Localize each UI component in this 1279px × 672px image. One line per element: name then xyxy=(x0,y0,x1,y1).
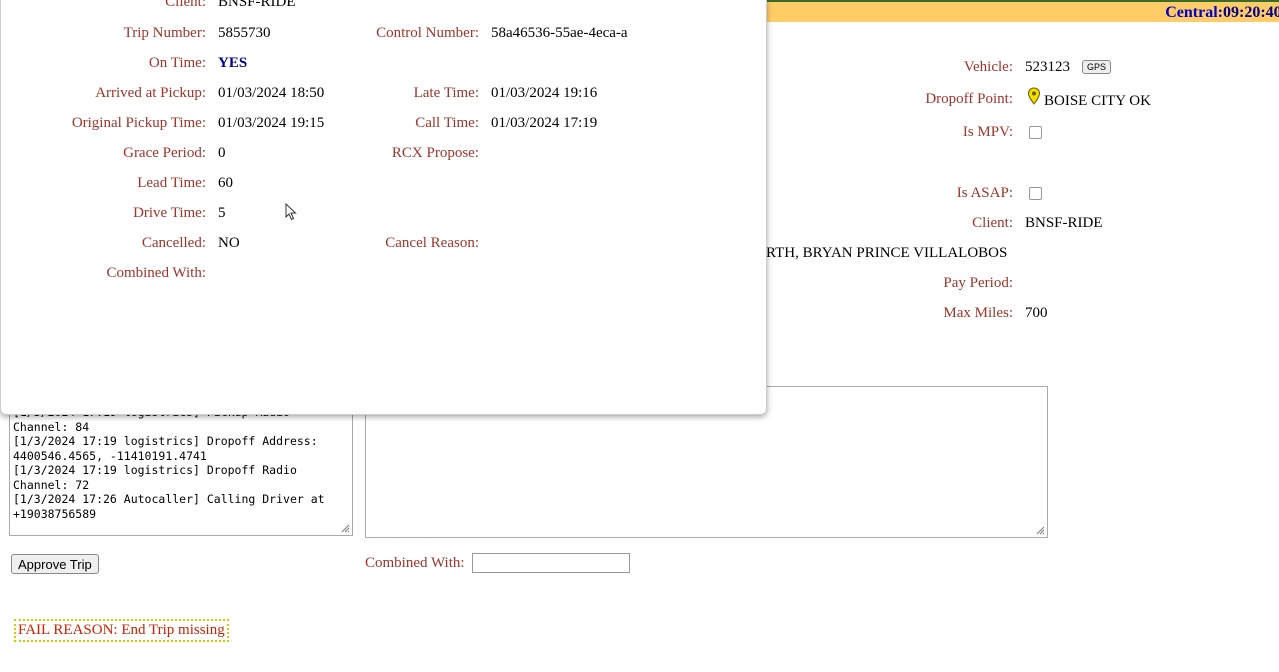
original-pickup-label: Original Pickup Time: xyxy=(71,115,206,131)
clock-time: 09:20:40 xyxy=(1223,4,1279,21)
clock-label: Central: xyxy=(1165,4,1223,21)
log-line: Channel: 84 xyxy=(13,419,90,434)
rcx-propose-label: RCX Propose: xyxy=(391,145,479,161)
mpv-label: Is MPV: xyxy=(962,124,1013,140)
call-time-label: Call Time: xyxy=(415,115,479,131)
fail-reason: FAIL REASON: End Trip missing xyxy=(14,619,229,642)
combined-with-input[interactable] xyxy=(472,553,630,573)
control-number-value: 58a46536-55ae-4eca-a xyxy=(491,25,628,41)
grace-period-value: 0 xyxy=(218,145,226,161)
client-label: Client: xyxy=(972,215,1013,231)
gps-button[interactable]: GPS xyxy=(1082,60,1112,74)
control-number-label: Control Number: xyxy=(376,25,479,41)
resize-grip-icon[interactable] xyxy=(1035,525,1045,535)
mouse-cursor-icon xyxy=(285,203,297,221)
original-pickup-value: 01/03/2024 19:15 xyxy=(218,115,325,131)
log-line: +19038756589 xyxy=(13,506,97,521)
mpv-checkbox[interactable] xyxy=(1029,126,1042,139)
asap-label: Is ASAP: xyxy=(956,185,1013,201)
log-line: [1/3/2024 17:19 logistrics] Dropoff Radi… xyxy=(13,463,297,477)
trip-number-label: Trip Number: xyxy=(123,25,206,41)
late-time-label: Late Time: xyxy=(413,85,479,101)
vehicle-label: Vehicle: xyxy=(963,59,1013,75)
modal-client-label: Client: xyxy=(165,0,206,10)
modal-combined-with-label: Combined With: xyxy=(106,265,206,281)
map-pin-icon[interactable] xyxy=(1027,87,1041,105)
log-line: [1/3/2024 17:19 logistrics] Dropoff Addr… xyxy=(13,434,318,448)
call-time-value: 01/03/2024 17:19 xyxy=(491,115,598,131)
drive-time-value: 5 xyxy=(218,205,226,221)
log-line: 4400546.4565, -11410191.4741 xyxy=(13,448,207,463)
on-time-value: YES xyxy=(218,55,248,71)
cancel-reason-label: Cancel Reason: xyxy=(385,235,479,251)
trip-number-value: 5855730 xyxy=(218,25,271,41)
max-miles-value: 700 xyxy=(1025,305,1048,321)
lead-time-value: 60 xyxy=(218,175,233,191)
lead-time-label: Lead Time: xyxy=(137,175,206,191)
modal-client-value: BNSF-RIDE xyxy=(218,0,296,10)
dropoff-value: BOISE CITY OK xyxy=(1044,93,1151,109)
combined-with-label: Combined With: xyxy=(365,555,465,571)
grace-period-label: Grace Period: xyxy=(123,145,206,161)
pay-period-label: Pay Period: xyxy=(943,275,1013,291)
cancelled-label: Cancelled: xyxy=(141,235,206,251)
drive-time-label: Drive Time: xyxy=(133,205,206,221)
central-clock: Central: 09:20:40 xyxy=(1165,4,1279,22)
vehicle-value: 523123 xyxy=(1025,59,1070,75)
trip-log-textarea[interactable]: [1/3/2024 17:19 logistrics] Pickup Radio… xyxy=(9,400,353,536)
max-miles-label: Max Miles: xyxy=(943,305,1013,321)
late-time-value: 01/03/2024 19:16 xyxy=(491,85,598,101)
resize-grip-icon[interactable] xyxy=(340,523,350,533)
trip-info-modal: Client: BNSF-RIDE Trip Number: 5855730 C… xyxy=(0,0,767,415)
driver-names: RTH, BRYAN PRINCE VILLALOBOS xyxy=(766,245,1008,261)
log-line: Channel: 72 xyxy=(13,477,90,492)
arrived-pickup-value: 01/03/2024 18:50 xyxy=(218,85,325,101)
arrived-pickup-label: Arrived at Pickup: xyxy=(95,85,206,101)
client-value: BNSF-RIDE xyxy=(1025,215,1103,231)
cancelled-value: NO xyxy=(218,235,240,251)
asap-checkbox[interactable] xyxy=(1029,187,1042,200)
dropoff-label: Dropoff Point: xyxy=(925,91,1013,107)
on-time-label: On Time: xyxy=(148,55,206,71)
approve-trip-button[interactable]: Approve Trip xyxy=(11,554,99,574)
log-line: [1/3/2024 17:26 Autocaller] Calling Driv… xyxy=(13,492,325,506)
